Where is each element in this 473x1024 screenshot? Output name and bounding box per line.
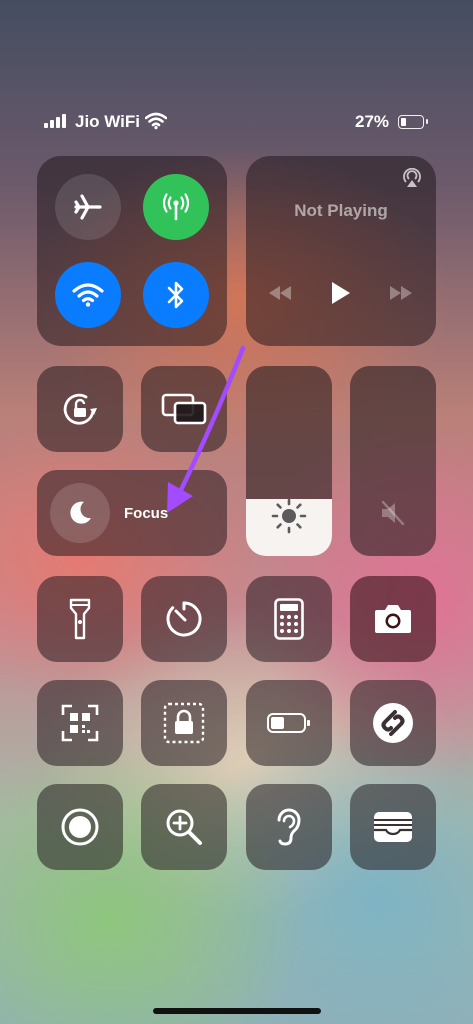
rewind-icon[interactable] bbox=[267, 284, 293, 302]
magnifier-button[interactable] bbox=[141, 784, 227, 870]
focus-moon-circle bbox=[50, 483, 110, 543]
guided-access-icon bbox=[163, 702, 205, 744]
wifi-status-icon bbox=[145, 112, 167, 130]
brightness-slider[interactable] bbox=[246, 366, 332, 556]
volume-slider[interactable] bbox=[350, 366, 436, 556]
airplane-mode-toggle[interactable] bbox=[55, 174, 121, 240]
status-bar: Jio WiFi 27% bbox=[0, 110, 473, 134]
calculator-button[interactable] bbox=[246, 576, 332, 662]
carrier-name: Jio WiFi bbox=[75, 112, 141, 131]
screen-mirroring-icon bbox=[161, 393, 207, 425]
guided-access-button[interactable] bbox=[141, 680, 227, 766]
home-indicator[interactable] bbox=[153, 1008, 321, 1014]
fast-forward-icon[interactable] bbox=[388, 284, 414, 302]
code-scanner-button[interactable] bbox=[37, 680, 123, 766]
low-power-battery-icon bbox=[267, 713, 310, 733]
battery-icon bbox=[398, 115, 428, 129]
timer-button[interactable] bbox=[141, 576, 227, 662]
ear-icon bbox=[277, 808, 301, 846]
focus-button[interactable]: Focus bbox=[37, 470, 227, 556]
camera-icon bbox=[375, 605, 411, 633]
battery-percent: 27% bbox=[355, 112, 390, 131]
moon-icon bbox=[70, 501, 91, 524]
play-icon[interactable] bbox=[330, 280, 352, 306]
shazam-button[interactable] bbox=[350, 680, 436, 766]
flashlight-icon bbox=[69, 598, 91, 640]
cellular-data-toggle[interactable] bbox=[143, 174, 209, 240]
hearing-button[interactable] bbox=[246, 784, 332, 870]
shazam-icon bbox=[373, 703, 413, 743]
screen-mirroring-button[interactable] bbox=[141, 366, 227, 452]
airplay-icon[interactable] bbox=[402, 168, 422, 188]
record-icon bbox=[61, 808, 99, 846]
connectivity-tile bbox=[37, 156, 227, 346]
wifi-icon bbox=[72, 283, 104, 307]
orientation-lock-button[interactable] bbox=[37, 366, 123, 452]
wifi-toggle[interactable] bbox=[55, 262, 121, 328]
now-playing-tile[interactable]: Not Playing bbox=[246, 156, 436, 346]
timer-icon bbox=[166, 601, 202, 637]
bluetooth-icon bbox=[167, 281, 184, 309]
screen-recording-button[interactable] bbox=[37, 784, 123, 870]
cellular-signal-icon bbox=[44, 114, 70, 128]
wallet-button[interactable] bbox=[350, 784, 436, 870]
bluetooth-toggle[interactable] bbox=[143, 262, 209, 328]
low-power-mode-button[interactable] bbox=[246, 680, 332, 766]
sun-icon bbox=[271, 498, 307, 534]
calculator-icon bbox=[274, 598, 304, 640]
wallet-icon bbox=[374, 812, 412, 842]
now-playing-title: Not Playing bbox=[294, 201, 388, 220]
speaker-muted-icon bbox=[381, 500, 405, 526]
airplane-icon bbox=[74, 194, 102, 220]
focus-label: Focus bbox=[124, 505, 169, 522]
camera-button[interactable] bbox=[350, 576, 436, 662]
antenna-icon bbox=[162, 193, 190, 221]
flashlight-button[interactable] bbox=[37, 576, 123, 662]
qr-code-icon bbox=[61, 704, 99, 742]
rotation-lock-icon bbox=[63, 393, 97, 425]
magnifier-icon bbox=[166, 809, 202, 845]
